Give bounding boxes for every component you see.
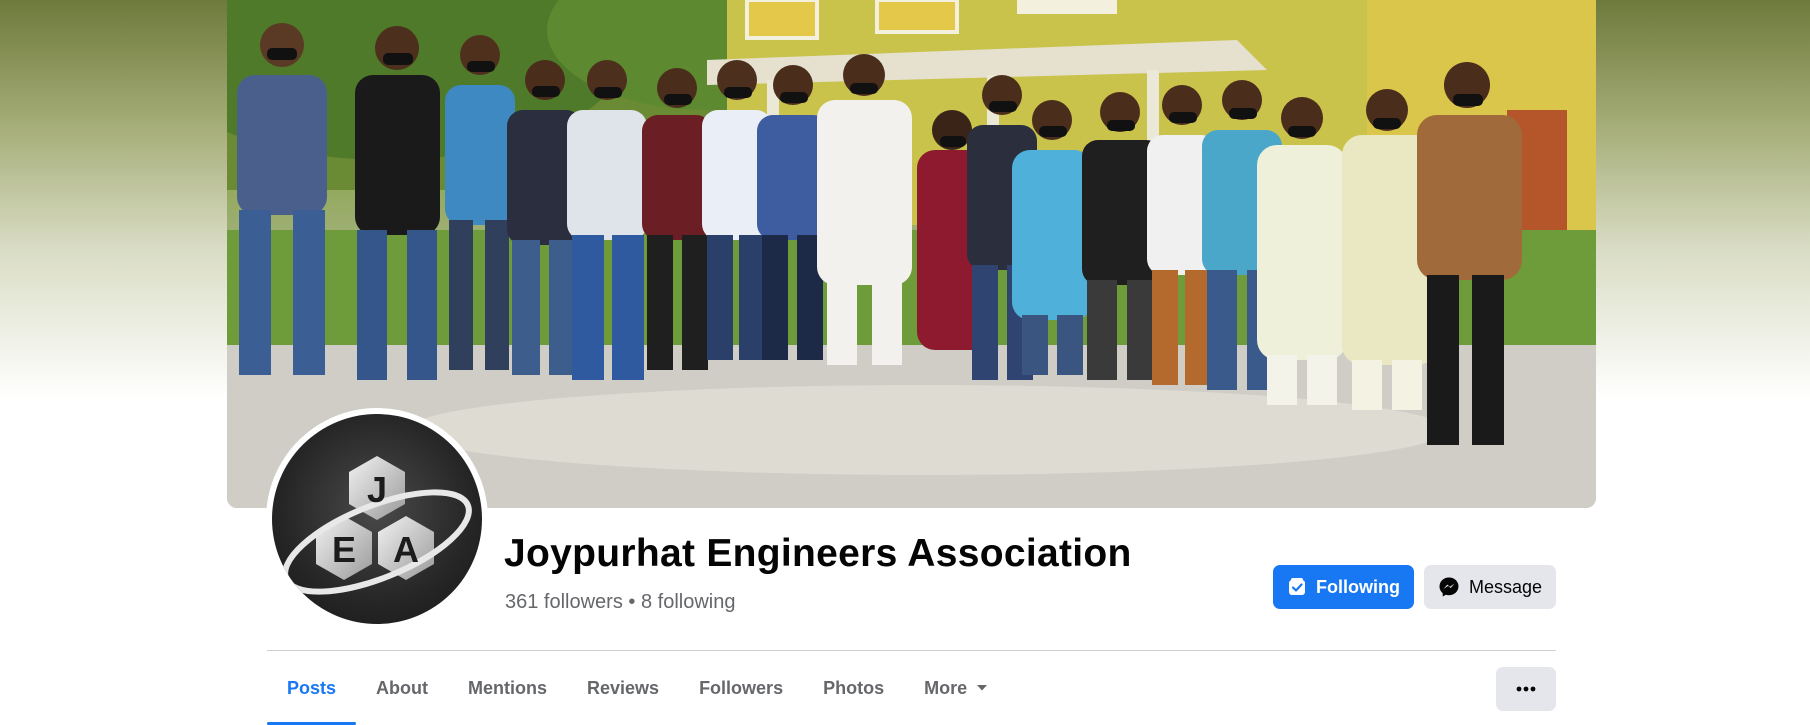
tab-label: Posts	[287, 677, 337, 698]
tab-followers[interactable]: Followers	[679, 651, 803, 725]
jea-logo-icon: J E A	[282, 456, 472, 595]
tab-label: Followers	[699, 677, 784, 698]
following-label: Following	[1316, 576, 1400, 597]
more-options-button[interactable]	[1496, 667, 1556, 711]
tab-mentions[interactable]: Mentions	[448, 651, 567, 725]
tab-label: Reviews	[587, 677, 660, 698]
tab-label: Mentions	[468, 677, 548, 698]
svg-text:E: E	[332, 529, 356, 570]
more-dots-icon	[1516, 686, 1536, 692]
tab-more[interactable]: More	[904, 651, 1008, 725]
caret-down-icon	[977, 685, 988, 691]
messenger-icon	[1439, 577, 1459, 597]
following-icon	[1289, 578, 1305, 595]
following-count[interactable]: 8 following	[641, 591, 736, 613]
message-label: Message	[1468, 576, 1543, 597]
followers-count[interactable]: 361 followers	[505, 591, 623, 613]
tab-label: More	[924, 677, 968, 698]
follow-stats: 361 followers • 8 following	[505, 591, 736, 614]
following-button[interactable]: Following	[1273, 565, 1414, 609]
tab-about[interactable]: About	[356, 651, 448, 725]
tab-posts[interactable]: Posts	[267, 651, 357, 725]
message-button[interactable]: Message	[1424, 565, 1556, 609]
stats-separator: •	[628, 591, 636, 613]
svg-text:A: A	[393, 529, 419, 570]
svg-text:J: J	[367, 469, 387, 510]
tab-reviews[interactable]: Reviews	[567, 651, 679, 725]
tab-label: Photos	[823, 677, 885, 698]
tab-photos[interactable]: Photos	[803, 651, 904, 725]
page-title: Joypurhat Engineers Association	[504, 532, 1132, 575]
page-tabs: Posts About Mentions Reviews Followers P…	[267, 651, 1008, 725]
profile-picture[interactable]: J E A	[272, 414, 482, 624]
tab-label: About	[376, 677, 429, 698]
